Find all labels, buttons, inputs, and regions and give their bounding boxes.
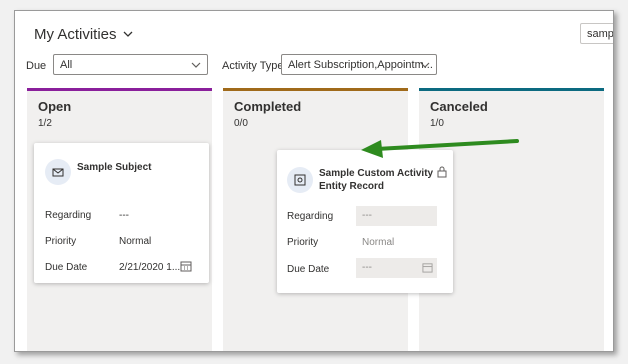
due-date-label: Due Date	[45, 262, 88, 273]
activities-board: My Activities sample Due All Activity Ty…	[14, 10, 614, 352]
regarding-label: Regarding	[45, 210, 92, 221]
regarding-label: Regarding	[287, 211, 334, 222]
lane-completed-color-bar	[223, 88, 408, 91]
activity-type-filter-label: Activity Type	[222, 60, 284, 72]
due-filter-dropdown[interactable]: All	[53, 54, 208, 75]
lane-open: Open 1/2 Sample Subject Regarding --- Pr…	[27, 88, 212, 351]
mail-icon	[45, 159, 71, 185]
custom-activity-icon	[287, 167, 313, 193]
lane-canceled-title: Canceled	[430, 99, 488, 114]
search-input[interactable]: sample	[580, 23, 613, 44]
activity-type-filter-dropdown[interactable]: Alert Subscription,Appointm...	[281, 54, 437, 75]
regarding-value: ---	[362, 210, 372, 221]
card-title[interactable]: Sample Custom Activity Entity Record	[319, 167, 437, 193]
lane-open-title: Open	[38, 99, 72, 114]
calendar-icon	[422, 263, 433, 273]
lane-completed-title: Completed	[234, 99, 302, 114]
activity-card-sample-subject[interactable]: Sample Subject Regarding --- Priority No…	[34, 143, 209, 283]
lock-icon	[437, 166, 447, 178]
lane-canceled-color-bar	[419, 88, 604, 91]
due-filter-label: Due	[26, 60, 47, 72]
due-date-label: Due Date	[287, 264, 330, 275]
calendar-icon[interactable]	[180, 260, 192, 272]
activity-type-filter-value: Alert Subscription,Appointm...	[288, 59, 433, 71]
chevron-down-icon	[420, 62, 430, 68]
annotation-arrow-icon	[361, 139, 519, 158]
due-filter-value: All	[60, 59, 73, 71]
lane-open-count: 1/2	[38, 118, 52, 129]
priority-value: Normal	[362, 237, 395, 248]
lane-open-color-bar	[27, 88, 212, 91]
lane-completed-count: 0/0	[234, 118, 248, 129]
regarding-field: ---	[356, 206, 437, 226]
view-selector-chevron-icon[interactable]	[122, 28, 134, 40]
priority-value[interactable]: Normal	[119, 236, 151, 247]
priority-label: Priority	[287, 237, 319, 248]
activity-card-custom-activity[interactable]: Sample Custom Activity Entity Record Reg…	[277, 150, 453, 293]
card-title[interactable]: Sample Subject	[77, 161, 151, 174]
priority-label: Priority	[45, 236, 77, 247]
due-date-value[interactable]: 2/21/2020 1...	[119, 262, 180, 273]
chevron-down-icon	[191, 62, 201, 68]
lane-canceled-count: 1/0	[430, 118, 444, 129]
due-date-value: ---	[362, 262, 372, 273]
page-title: My Activities	[34, 26, 117, 43]
regarding-value[interactable]: ---	[119, 210, 129, 221]
